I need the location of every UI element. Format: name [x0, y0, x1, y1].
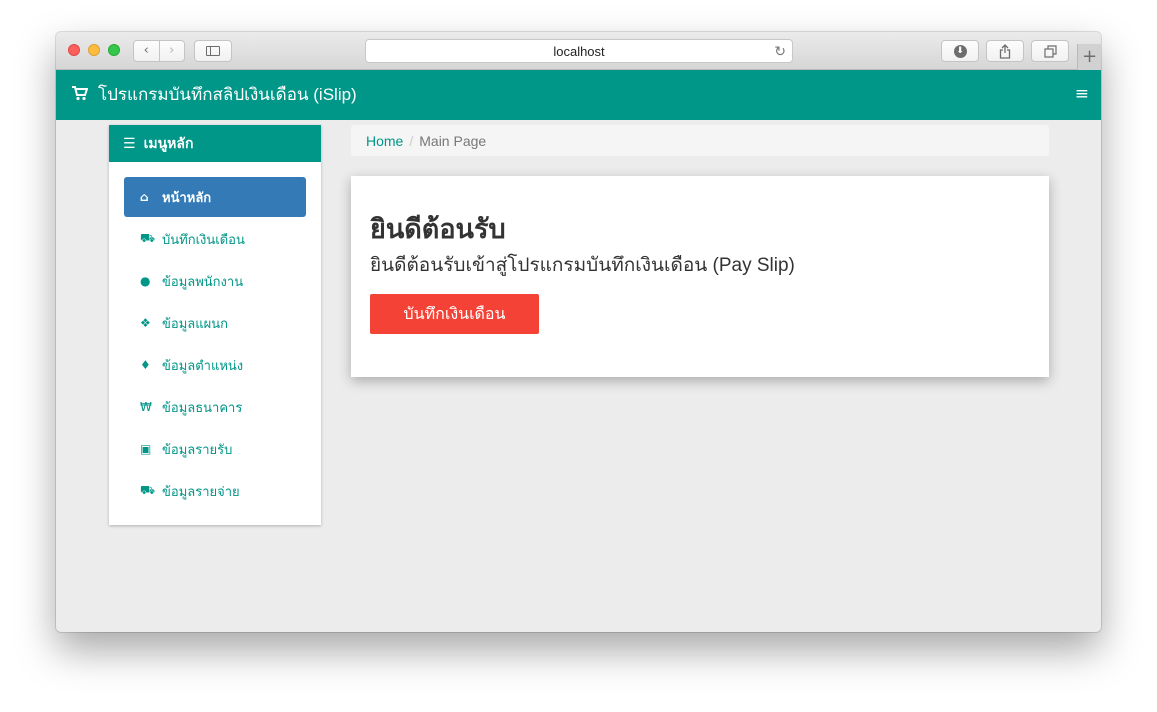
money-icon: ▣: [140, 442, 152, 456]
main-menu-panel: ☰ เมนูหลัก ⌂ หน้าหลัก ⛟ บันทึกเงินเดือน …: [109, 125, 321, 525]
sidebar-icon: [206, 46, 220, 56]
welcome-panel: ยินดีต้อนรับ ยินดีต้อนรับเข้าสู่โปรแกรมบ…: [351, 176, 1049, 377]
menu-item-banks[interactable]: ₩ ข้อมูลธนาคาร: [124, 387, 306, 427]
users-icon: ●: [140, 274, 151, 288]
hamburger-icon[interactable]: ≡: [1075, 84, 1089, 104]
close-window-button[interactable]: [68, 44, 80, 56]
downloads-button[interactable]: ⬇: [941, 40, 979, 62]
show-tabs-button[interactable]: [1031, 40, 1069, 62]
list-icon: ☰: [123, 135, 136, 152]
main-menu-title: เมนูหลัก: [143, 135, 194, 152]
sidebar-toggle-button[interactable]: [194, 40, 232, 62]
cart-icon[interactable]: [71, 85, 88, 101]
tabs-icon: [1043, 44, 1057, 58]
minimize-window-button[interactable]: [88, 44, 100, 56]
new-tab-button[interactable]: +: [1077, 44, 1101, 70]
record-salary-button[interactable]: บันทึกเงินเดือน: [370, 294, 539, 334]
menu-item-record-salary[interactable]: ⛟ บันทึกเงินเดือน: [124, 219, 306, 259]
welcome-title: ยินดีต้อนรับ: [370, 214, 506, 245]
bank-icon: ₩: [140, 400, 152, 414]
menu-item-expenses[interactable]: ⛟ ข้อมูลรายจ่าย: [124, 471, 306, 511]
address-bar[interactable]: localhost ↻: [365, 39, 793, 63]
history-nav-group: ‹ ›: [133, 40, 185, 62]
zoom-window-button[interactable]: [108, 44, 120, 56]
menu-item-label: ข้อมูลตำแหน่ง: [162, 358, 244, 374]
cubes-icon: ❖: [140, 316, 151, 330]
back-button[interactable]: ‹: [134, 41, 159, 61]
flame-icon: ♦: [140, 358, 151, 372]
cart-icon: ⛟: [140, 231, 156, 245]
menu-item-label: ข้อมูลแผนก: [162, 316, 228, 332]
menu-item-positions[interactable]: ♦ ข้อมูลตำแหน่ง: [124, 345, 306, 385]
menu-item-departments[interactable]: ❖ ข้อมูลแผนก: [124, 303, 306, 343]
menu-item-income[interactable]: ▣ ข้อมูลรายรับ: [124, 429, 306, 469]
breadcrumb-current: Main Page: [419, 132, 487, 149]
download-icon: ⬇: [953, 44, 967, 58]
cart-icon: ⛟: [140, 483, 156, 497]
menu-item-home[interactable]: ⌂ หน้าหลัก: [124, 177, 306, 217]
menu-item-label: ข้อมูลธนาคาร: [162, 400, 243, 416]
menu-list: ⌂ หน้าหลัก ⛟ บันทึกเงินเดือน ● ข้อมูลพนั…: [109, 162, 321, 511]
breadcrumb-separator: /: [409, 132, 414, 149]
url-text: localhost: [553, 43, 605, 59]
menu-item-label: บันทึกเงินเดือน: [162, 232, 245, 248]
browser-titlebar: ‹ › localhost ↻ ⬇ +: [56, 32, 1101, 70]
app-title[interactable]: โปรแกรมบันทึกสลิปเงินเดือน (iSlip): [98, 84, 357, 106]
reload-icon[interactable]: ↻: [774, 43, 786, 60]
share-button[interactable]: [986, 40, 1024, 62]
breadcrumb: Home / Main Page: [351, 125, 1049, 156]
forward-button[interactable]: ›: [160, 41, 185, 61]
menu-item-employees[interactable]: ● ข้อมูลพนักงาน: [124, 261, 306, 301]
menu-item-label: หน้าหลัก: [162, 190, 212, 206]
main-menu-header: ☰ เมนูหลัก: [109, 125, 321, 162]
welcome-subtitle: ยินดีต้อนรับเข้าสู่โปรแกรมบันทึกเงินเดือ…: [370, 255, 795, 276]
menu-item-label: ข้อมูลพนักงาน: [162, 274, 244, 290]
menu-item-label: ข้อมูลรายจ่าย: [162, 484, 240, 500]
home-icon: ⌂: [140, 190, 149, 204]
share-icon: [999, 43, 1011, 59]
menu-item-label: ข้อมูลรายรับ: [162, 442, 233, 458]
browser-window: ‹ › localhost ↻ ⬇ + โปรแกรมบันทึกสลิปเงิ…: [56, 32, 1101, 632]
breadcrumb-home-link[interactable]: Home: [366, 133, 403, 149]
app-navbar: โปรแกรมบันทึกสลิปเงินเดือน (iSlip) ≡: [56, 70, 1101, 120]
